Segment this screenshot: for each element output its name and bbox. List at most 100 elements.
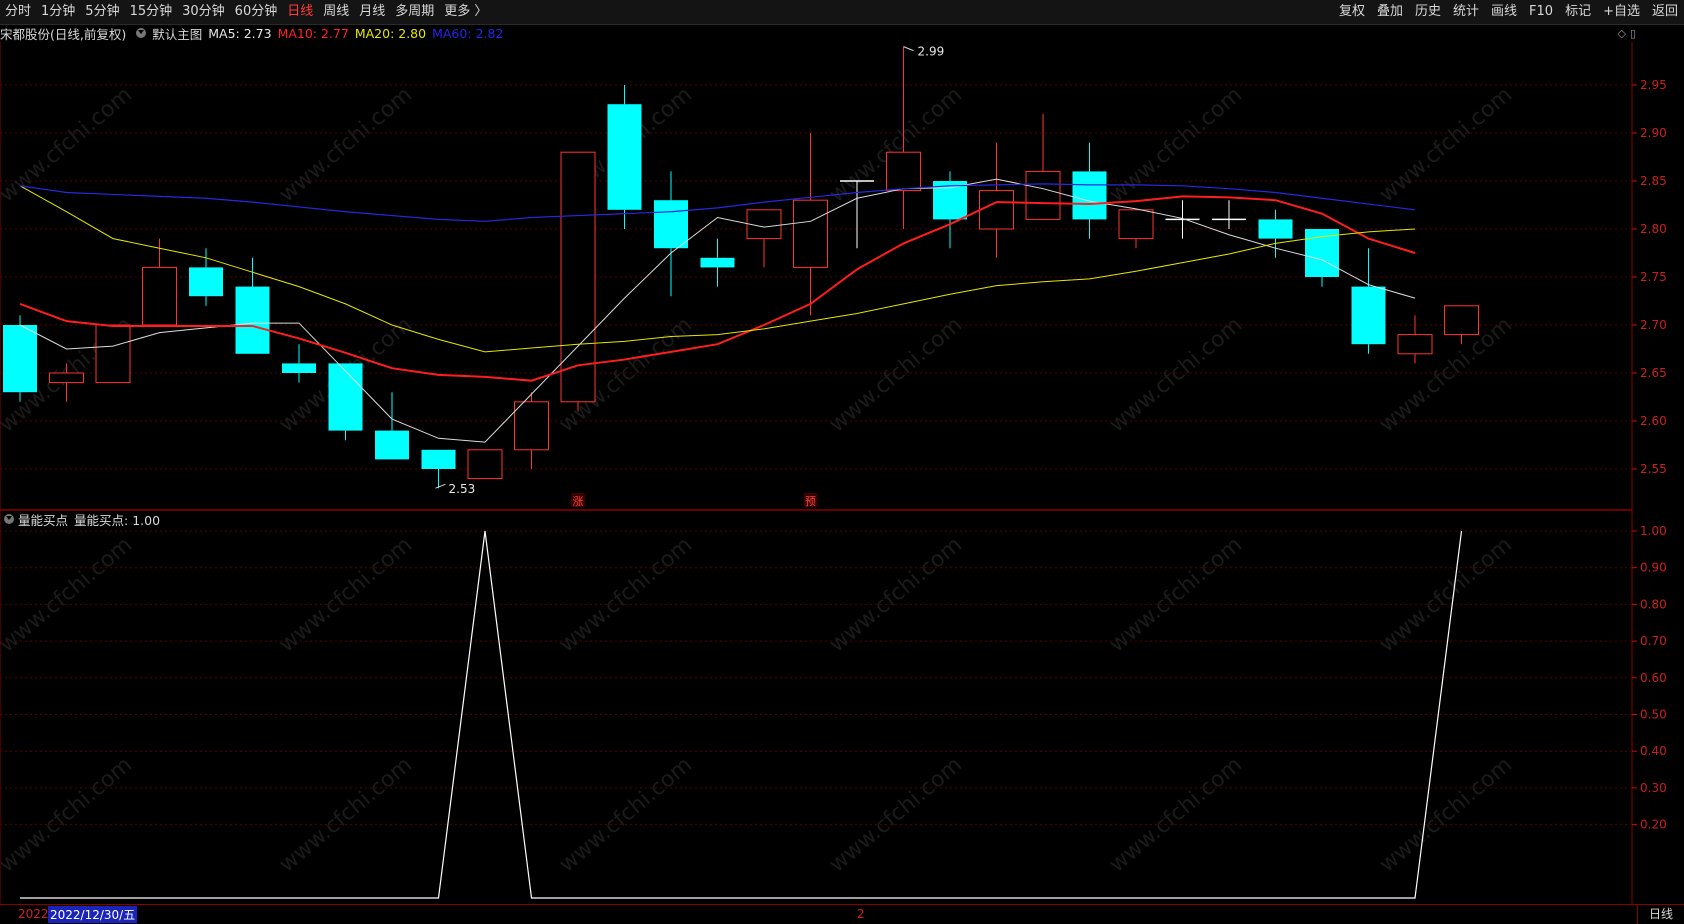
candle-body bbox=[328, 363, 363, 431]
watermark-text: www.cfchi.com bbox=[275, 532, 417, 657]
period-tab-9[interactable]: 多周期 bbox=[390, 0, 439, 24]
indicator-toggle-icon[interactable] bbox=[4, 514, 14, 524]
kline-chart: 2.95 2.90 2.85 2.80 2.75 2.70 2.65 2.60 2.55 1.00… bbox=[0, 42, 1667, 904]
candle-body bbox=[1025, 170, 1061, 220]
period-tab-5[interactable]: 60分钟 bbox=[230, 0, 283, 24]
candle-body bbox=[3, 325, 37, 393]
high-price-label: 2.99 bbox=[918, 45, 945, 59]
watermark-text: www.cfchi.com bbox=[275, 312, 417, 437]
tool-button-3[interactable]: 统计 bbox=[1447, 0, 1485, 24]
window-icon[interactable]: ▯ bbox=[1630, 27, 1636, 40]
signal-marker-box bbox=[803, 493, 818, 507]
period-tab[interactable]: 日线 bbox=[1637, 905, 1684, 924]
period-toolbar: 分时 1分钟 5分钟 15分钟 30分钟 60分钟 日线 周线 月线 多周期 更多 〉 复权 叠加 历史… bbox=[0, 0, 1684, 25]
collapse-toggle-icon[interactable] bbox=[136, 28, 147, 38]
period-tab-3[interactable]: 15分钟 bbox=[125, 0, 178, 24]
signal-marker-label: 预 bbox=[805, 495, 816, 508]
candle-body bbox=[421, 449, 456, 469]
candle-body bbox=[560, 151, 596, 403]
indicator-name[interactable]: 量能买点 bbox=[18, 510, 68, 529]
period-tab-10[interactable]: 更多 〉 bbox=[439, 0, 492, 24]
ma-line-ma5 bbox=[19, 178, 1416, 443]
period-tab-0[interactable]: 分时 bbox=[0, 0, 36, 24]
time-axis-bar: 2022 2022/12/30/五 2 日线 bbox=[0, 904, 1684, 924]
period-tab-6[interactable]: 日线 bbox=[282, 0, 318, 24]
candle-body bbox=[886, 151, 921, 192]
watermark-text: www.cfchi.com bbox=[555, 82, 697, 207]
price-tick-label: 2.60 bbox=[1640, 414, 1667, 428]
low-price-label: 2.53 bbox=[449, 482, 476, 496]
tool-button-4[interactable]: 画线 bbox=[1485, 0, 1523, 24]
candle-body bbox=[1351, 286, 1386, 345]
period-tab-4[interactable]: 30分钟 bbox=[177, 0, 230, 24]
indicator-infoline: 量能买点 量能买点: 1.00 bbox=[0, 510, 160, 528]
indicator-tick-label: 0.60 bbox=[1640, 671, 1667, 685]
ma5-value: MA5: 2.73 bbox=[208, 25, 272, 41]
period-tab-1[interactable]: 1分钟 bbox=[36, 0, 80, 24]
low-pointer bbox=[435, 483, 446, 489]
watermark-text: www.cfchi.com bbox=[825, 752, 967, 877]
candle-body bbox=[1258, 219, 1293, 239]
tool-button-7[interactable]: +自选 bbox=[1597, 0, 1646, 24]
ma60-value: MA60: 2.82 bbox=[432, 25, 504, 41]
candle-body bbox=[235, 286, 270, 354]
tool-button-2[interactable]: 历史 bbox=[1409, 0, 1447, 24]
indicator-line bbox=[20, 530, 1463, 899]
period-tab-8[interactable]: 月线 bbox=[354, 0, 390, 24]
date-cursor: 2022/12/30/五 bbox=[48, 906, 138, 923]
stock-title: 宋都股份(日线,前复权) bbox=[0, 26, 127, 42]
watermark-text: www.cfchi.com bbox=[0, 82, 137, 207]
ma-line-ma10 bbox=[19, 195, 1416, 382]
price-tick-label: 2.65 bbox=[1640, 366, 1667, 380]
watermark-text: www.cfchi.com bbox=[0, 532, 137, 657]
watermark-text: www.cfchi.com bbox=[555, 752, 697, 877]
period-tab-2[interactable]: 5分钟 bbox=[80, 0, 124, 24]
watermark-text: www.cfchi.com bbox=[825, 312, 967, 437]
candle-body bbox=[1305, 229, 1339, 277]
indicator-tick-label: 0.50 bbox=[1640, 708, 1667, 722]
candle-body bbox=[95, 324, 131, 384]
tool-button-0[interactable]: 复权 bbox=[1333, 0, 1371, 24]
watermark-text: www.cfchi.com bbox=[1375, 532, 1517, 657]
candle-body bbox=[282, 363, 316, 373]
indicator-tick-label: 0.90 bbox=[1640, 561, 1667, 575]
price-tick-label: 2.75 bbox=[1640, 270, 1667, 284]
corner-icons: ◇ ▯ bbox=[1617, 27, 1636, 40]
price-tick-label: 2.80 bbox=[1640, 222, 1667, 236]
indicator-tick-label: 1.00 bbox=[1640, 524, 1667, 538]
candle-body bbox=[746, 209, 782, 240]
main-chart-name[interactable]: 默认主图 bbox=[152, 24, 202, 43]
watermark-text: www.cfchi.com bbox=[825, 532, 967, 657]
period-tabs: 分时 1分钟 5分钟 15分钟 30分钟 60分钟 日线 周线 月线 多周期 更多 〉 bbox=[0, 0, 492, 24]
price-tick-label: 2.85 bbox=[1640, 174, 1667, 188]
watermark-text: www.cfchi.com bbox=[275, 752, 417, 877]
diamond-icon[interactable]: ◇ bbox=[1617, 27, 1625, 40]
candle-body bbox=[654, 200, 688, 249]
watermark-text: www.cfchi.com bbox=[1105, 312, 1247, 437]
watermark-text: www.cfchi.com bbox=[1105, 82, 1247, 207]
candle-body bbox=[607, 104, 642, 210]
watermark-text: www.cfchi.com bbox=[0, 312, 137, 437]
indicator-tick-label: 0.20 bbox=[1640, 818, 1667, 832]
date-mid: 2 bbox=[857, 907, 865, 921]
tool-button-6[interactable]: 标记 bbox=[1559, 0, 1597, 24]
candle-body bbox=[1072, 171, 1107, 220]
watermark-text: www.cfchi.com bbox=[1375, 312, 1517, 437]
indicator-value: 量能买点: 1.00 bbox=[74, 512, 161, 528]
price-tick-label: 2.95 bbox=[1640, 78, 1667, 92]
ma-line-ma60 bbox=[19, 183, 1416, 222]
ma-line-ma20 bbox=[19, 185, 1416, 353]
candle-body bbox=[979, 190, 1014, 230]
tool-button-1[interactable]: 叠加 bbox=[1371, 0, 1409, 24]
tool-button-5[interactable]: F10 bbox=[1523, 0, 1559, 24]
ma20-value: MA20: 2.80 bbox=[354, 25, 427, 41]
tool-buttons: 复权 叠加 历史 统计 画线 F10 标记 +自选 返回 bbox=[1333, 0, 1684, 24]
tool-button-8[interactable]: 返回 bbox=[1646, 0, 1684, 24]
watermark-text: www.cfchi.com bbox=[1105, 752, 1247, 877]
candle-body bbox=[700, 257, 735, 268]
candle-body bbox=[375, 430, 409, 460]
signal-marker-box bbox=[571, 493, 585, 507]
watermark-text: www.cfchi.com bbox=[555, 312, 697, 437]
period-tab-7[interactable]: 周线 bbox=[318, 0, 354, 24]
watermark-text: www.cfchi.com bbox=[1375, 752, 1517, 877]
